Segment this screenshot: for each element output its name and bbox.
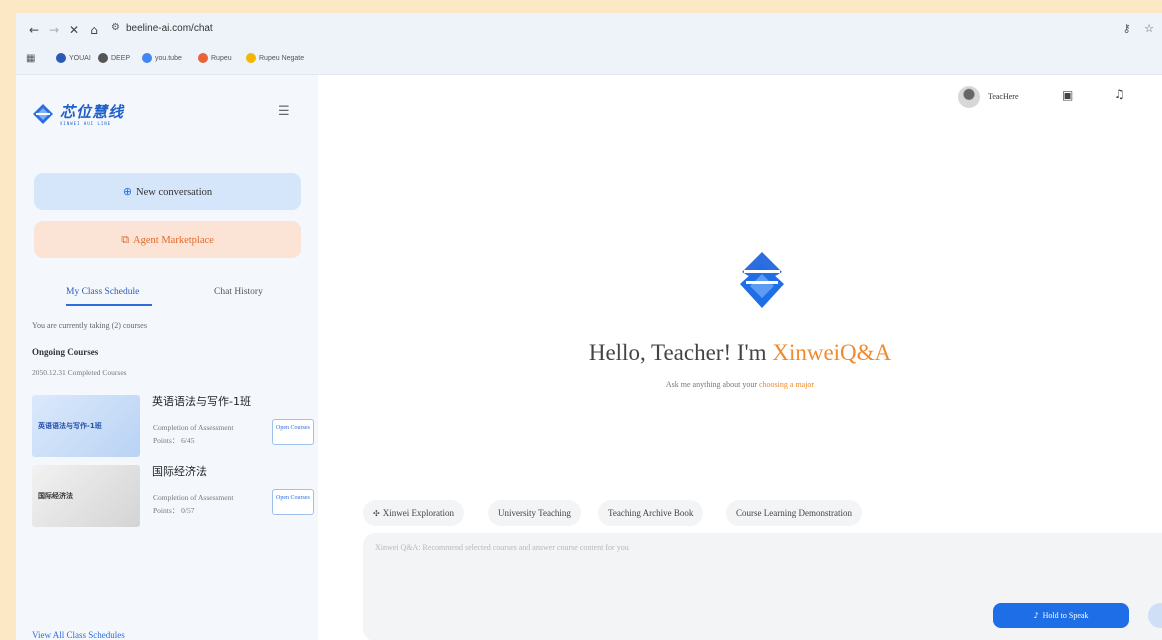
chip-teaching-archive-book[interactable]: Teaching Archive Book <box>598 500 704 526</box>
assessment-completion-label: Completion of Assessment <box>153 423 234 432</box>
microphone-icon: ♪ <box>1033 611 1039 620</box>
bookmark-item[interactable]: Rupeu <box>198 53 232 63</box>
bell-icon[interactable]: ♫ <box>1114 87 1125 101</box>
thumbnail-label: 英语语法与写作-1班 <box>38 422 102 430</box>
marketplace-icon: ⧉ <box>121 233 130 246</box>
browser-toolbar: ← → ✕ ⌂ ⚙ beeline-ai.com/chat ⚷ ☆ ▦ YOUA… <box>16 13 1162 75</box>
greeting-heading: Hello, Teacher! I'm XinweiQ&A <box>318 340 1162 366</box>
forward-icon[interactable]: → <box>46 22 62 38</box>
bookmarks-bar: ▦ YOUAI DEEP you.tube Rupeu Rupeu Negate <box>16 51 1162 71</box>
chip-course-learning-demonstration[interactable]: Course Learning Demonstration <box>726 500 862 526</box>
hold-to-speak-button[interactable]: ♪ Hold to Speak <box>993 603 1129 628</box>
tab-class-schedule[interactable]: My Class Schedule <box>66 287 139 297</box>
assistant-logo-icon <box>740 252 784 308</box>
send-button[interactable] <box>1148 603 1162 628</box>
hold-to-speak-label: Hold to Speak <box>1042 611 1089 620</box>
sidebar: 芯位慧线 XINWEI HUI LINE ☰ ⊕ New conversation… <box>16 75 318 640</box>
bookmark-label: Rupeu Negate <box>259 54 305 62</box>
chat-input-box[interactable]: Xinwei Q&A: Recommend selected courses a… <box>363 533 1162 640</box>
chip-xinwei-exploration[interactable]: ✣ Xinwei Exploration <box>363 500 464 526</box>
calendar-icon[interactable]: ▣ <box>1062 88 1073 102</box>
points-value: Points： 0/57 <box>153 506 195 515</box>
course-count-text: You are currently taking (2) courses <box>32 321 147 330</box>
bookmark-favicon-icon <box>198 53 208 63</box>
google-icon <box>142 53 152 63</box>
bookmark-item[interactable]: you.tube <box>142 53 182 63</box>
bookmark-label: you.tube <box>155 54 182 62</box>
new-conversation-label: New conversation <box>136 187 213 198</box>
view-all-schedules-link[interactable]: View All Class Schedules <box>32 630 125 640</box>
compass-icon: ✣ <box>373 509 380 518</box>
assessment-completion-label: Completion of Assessment <box>153 493 234 502</box>
subtitle-text: Ask me anything about your <box>665 380 759 389</box>
active-tab-indicator <box>66 304 152 306</box>
close-icon[interactable]: ✕ <box>66 22 82 38</box>
chat-main-area: TeacHere ▣ ♫ Hello, Teacher! I'm XinweiQ… <box>318 75 1162 640</box>
assistant-brand-name: XinweiQ&A <box>772 340 892 365</box>
course-card[interactable]: 英语语法与写作-1班 英语语法与写作-1班 Completion of Asse… <box>32 395 316 459</box>
agent-marketplace-button[interactable]: ⧉ Agent Marketplace <box>34 221 301 258</box>
bookmark-favicon-icon <box>56 53 66 63</box>
logo-text: 芯位慧线 <box>60 103 125 121</box>
chip-label: Xinwei Exploration <box>382 508 454 518</box>
course-thumbnail[interactable]: 英语语法与写作-1班 <box>32 395 140 457</box>
course-thumbnail[interactable]: 国际经济法 <box>32 465 140 527</box>
course-title[interactable]: 国际经济法 <box>152 463 207 479</box>
subtitle-highlight-link[interactable]: choosing a major <box>759 380 814 389</box>
bookmark-favicon-icon <box>246 53 256 63</box>
new-conversation-button[interactable]: ⊕ New conversation <box>34 173 301 210</box>
bookmark-item[interactable]: DEEP <box>98 53 130 63</box>
logo-subtitle: XINWEI HUI LINE <box>60 121 112 126</box>
open-course-button[interactable]: Open Courses <box>272 419 314 445</box>
star-icon[interactable]: ☆ <box>1144 22 1154 35</box>
completed-courses-link[interactable]: 2050.12.31 Completed Courses <box>32 368 127 377</box>
open-course-button[interactable]: Open Courses <box>272 489 314 515</box>
avatar[interactable] <box>958 86 980 108</box>
bookmark-item[interactable]: YOUAI <box>56 53 91 63</box>
logo-icon <box>33 104 53 124</box>
collapse-menu-icon[interactable]: ☰ <box>278 105 292 119</box>
greeting-subtitle: Ask me anything about your choosing a ma… <box>318 380 1162 389</box>
thumbnail-label: 国际经济法 <box>38 492 73 500</box>
agent-marketplace-label: Agent Marketplace <box>133 235 214 246</box>
chip-university-teaching[interactable]: University Teaching <box>488 500 581 526</box>
apps-icon[interactable]: ▦ <box>26 53 35 64</box>
plus-circle-icon: ⊕ <box>122 185 133 198</box>
site-info-icon[interactable]: ⚙ <box>111 22 120 33</box>
course-card[interactable]: 国际经济法 国际经济法 Completion of Assessment Poi… <box>32 465 316 529</box>
greeting-text: Hello, Teacher! I'm <box>588 340 773 365</box>
bookmark-favicon-icon <box>98 53 108 63</box>
browser-window: ← → ✕ ⌂ ⚙ beeline-ai.com/chat ⚷ ☆ ▦ YOUA… <box>16 13 1162 640</box>
key-icon[interactable]: ⚷ <box>1123 22 1131 35</box>
address-bar[interactable]: beeline-ai.com/chat <box>126 23 213 34</box>
chat-input[interactable]: Xinwei Q&A: Recommend selected courses a… <box>375 543 629 552</box>
bookmark-label: YOUAI <box>69 54 91 62</box>
bookmark-label: Rupeu <box>211 54 232 62</box>
tab-chat-history[interactable]: Chat History <box>214 287 263 297</box>
home-icon[interactable]: ⌂ <box>86 22 102 38</box>
bookmark-label: DEEP <box>111 54 131 62</box>
back-icon[interactable]: ← <box>26 22 42 38</box>
points-value: Points： 6/45 <box>153 436 195 445</box>
course-title[interactable]: 英语语法与写作-1班 <box>152 393 251 409</box>
ongoing-courses-heading: Ongoing Courses <box>32 347 99 357</box>
bookmark-item[interactable]: Rupeu Negate <box>246 53 304 63</box>
username[interactable]: TeacHere <box>988 92 1019 101</box>
